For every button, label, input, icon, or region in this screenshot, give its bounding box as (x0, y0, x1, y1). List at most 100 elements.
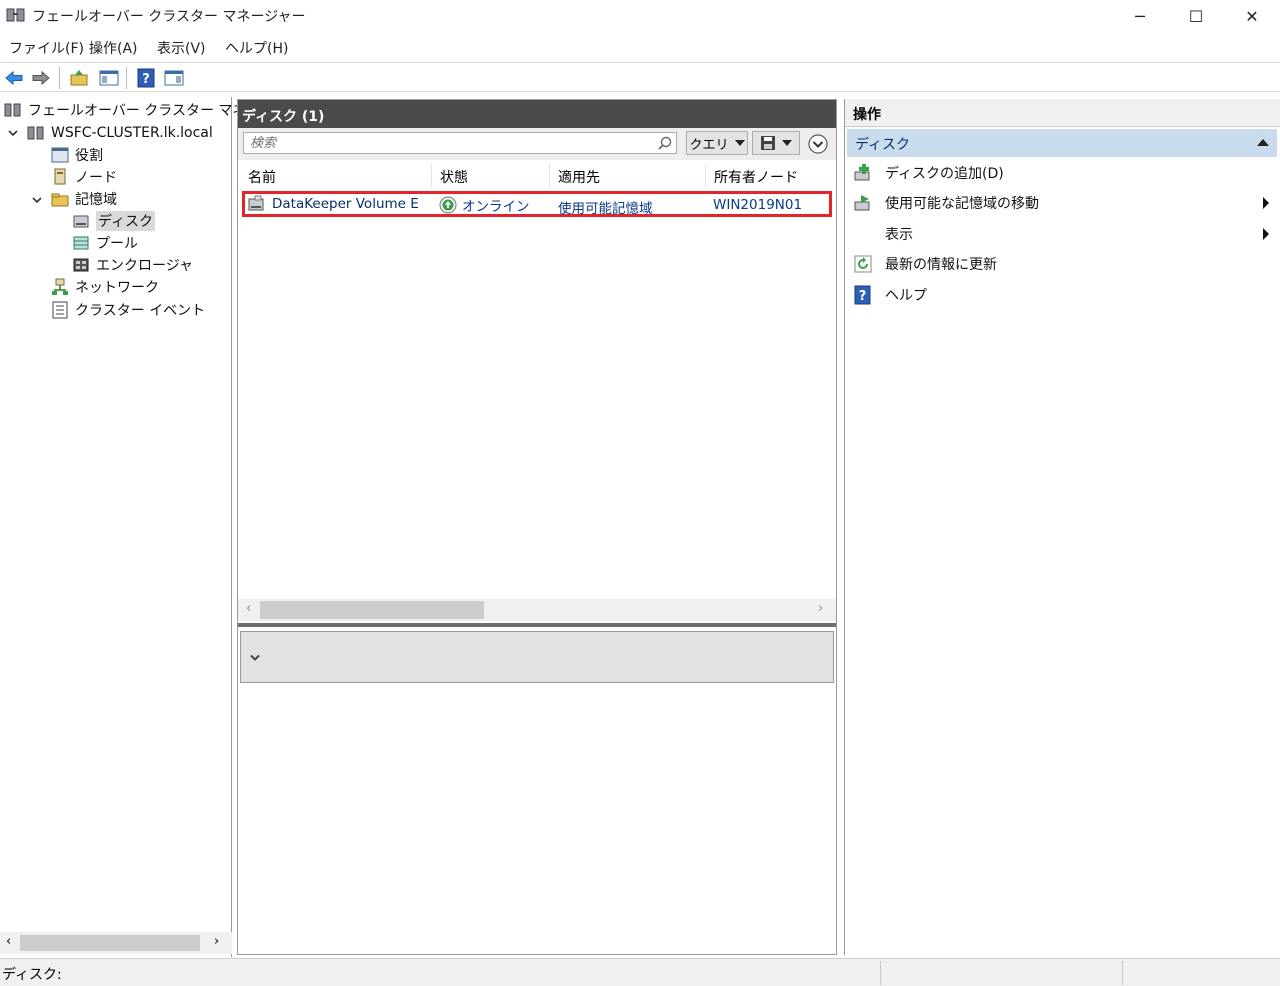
chevron-down-icon (734, 140, 745, 146)
cell-name: DataKeeper Volume E (247, 195, 419, 213)
scroll-right-arrow-icon[interactable]: › (214, 934, 219, 949)
tree-item-events[interactable]: クラスター イベント (51, 299, 205, 321)
disk-list-pane: ディスク (1) クエリ 名前 状態 適用先 所有者ノード (237, 99, 837, 955)
maximize-button[interactable]: ☐ (1168, 0, 1224, 32)
action-add-disk[interactable]: ディスクの追加(D) (847, 158, 1275, 188)
search-row: クエリ (238, 128, 836, 160)
roles-icon (51, 147, 69, 163)
tree-item-nodes[interactable]: ノード (51, 166, 117, 188)
event-log-icon (52, 301, 68, 319)
scroll-left-arrow-icon[interactable]: ‹ (246, 601, 251, 616)
back-icon[interactable] (4, 68, 24, 88)
storage-icon (51, 193, 69, 207)
online-status-icon (439, 196, 457, 214)
tree-label-storage: 記憶域 (75, 192, 117, 208)
chevron-down-icon[interactable] (249, 652, 261, 664)
save-query-button[interactable] (752, 131, 800, 155)
tree-item-roles[interactable]: 役割 (51, 144, 103, 166)
column-header-owner-node[interactable]: 所有者ノード (706, 164, 832, 188)
tree-item-networks[interactable]: ネットワーク (51, 276, 159, 298)
column-header-name[interactable]: 名前 (240, 164, 432, 188)
close-button[interactable]: ✕ (1224, 0, 1280, 32)
expand-circle-icon[interactable] (807, 133, 829, 155)
search-input[interactable] (243, 132, 677, 154)
pane-header: ディスク (1) (238, 100, 836, 128)
tree-label-disks: ディスク (96, 211, 156, 231)
disk-status: オンライン (462, 199, 530, 215)
submenu-arrow-icon (1263, 228, 1269, 240)
actions-pane: 操作 ディスク ディスクの追加(D) 使用可能な記憶域の移動 表示 最新の情報に… (844, 99, 1280, 955)
disk-owner-node: WIN2019N01 (713, 197, 803, 213)
tree-item-enclosures[interactable]: エンクロージャ (72, 254, 193, 276)
show-hide-tree-icon[interactable] (99, 68, 119, 88)
scroll-right-arrow-icon[interactable]: › (818, 601, 823, 616)
cluster-icon (27, 126, 44, 140)
detail-splitter[interactable] (238, 623, 836, 627)
minimize-button[interactable]: ─ (1112, 0, 1168, 32)
add-disk-icon (854, 164, 870, 181)
tree-item-cluster[interactable]: WSFC-CLUSTER.lk.local (27, 122, 213, 144)
submenu-arrow-icon (1263, 197, 1269, 209)
status-text: ディスク: (2, 967, 62, 983)
chevron-down-icon[interactable] (7, 127, 19, 139)
tree-item-disks[interactable]: ディスク (72, 210, 156, 232)
actions-section-label: ディスク (855, 137, 911, 153)
refresh-icon (854, 255, 872, 273)
window-title: フェールオーバー クラスター マネージャー (32, 9, 306, 25)
scroll-thumb[interactable] (20, 935, 200, 951)
menu-file[interactable]: ファイル(F) (9, 38, 84, 58)
enclosure-icon (73, 258, 89, 272)
navigation-tree: フェールオーバー クラスター マネージャ WSFC-CLUSTER.lk.loc… (0, 97, 288, 957)
tree-label-events: クラスター イベント (75, 303, 206, 319)
status-bar: ディスク: (0, 958, 1280, 986)
pool-icon (73, 236, 89, 250)
svg-text:?: ? (859, 289, 867, 304)
tree-horizontal-scrollbar[interactable]: ‹ › (0, 932, 232, 954)
disk-name: DataKeeper Volume E (272, 196, 419, 212)
scroll-left-arrow-icon[interactable]: ‹ (6, 934, 11, 949)
collapse-up-icon[interactable] (1257, 139, 1269, 146)
action-move-storage[interactable]: 使用可能な記憶域の移動 (847, 188, 1275, 218)
menu-view[interactable]: 表示(V) (157, 38, 206, 58)
action-help[interactable]: ? ヘルプ (847, 280, 1275, 310)
cell-status: オンライン (439, 195, 530, 215)
disk-icon (73, 215, 89, 228)
column-header-status[interactable]: 状態 (432, 164, 550, 188)
column-header-assigned-to[interactable]: 適用先 (550, 164, 706, 188)
menu-action[interactable]: 操作(A) (89, 38, 138, 58)
menu-help[interactable]: ヘルプ(H) (225, 38, 288, 58)
detail-panel (240, 631, 834, 683)
help-icon: ? (854, 285, 871, 305)
search-icon[interactable] (658, 136, 672, 150)
action-label: 使用可能な記憶域の移動 (885, 196, 1039, 212)
action-label: 最新の情報に更新 (885, 257, 997, 273)
move-storage-icon (854, 195, 870, 211)
scroll-thumb[interactable] (260, 601, 484, 619)
chevron-down-icon[interactable] (31, 194, 43, 206)
tree-label-roles: 役割 (75, 148, 103, 164)
tree-item-storage[interactable]: 記憶域 (51, 188, 117, 210)
toolbar: ? (0, 62, 1280, 92)
actions-header: 操作 (845, 99, 1280, 127)
action-view[interactable]: 表示 (847, 219, 1275, 249)
chevron-down-icon (782, 140, 792, 146)
disk-assigned-to: 使用可能記憶域 (558, 201, 653, 217)
query-button[interactable]: クエリ (686, 131, 748, 155)
help-icon[interactable]: ? (136, 68, 156, 88)
action-label: ディスクの追加(D) (885, 166, 1004, 182)
tree-label-pools: プール (96, 236, 138, 252)
tree-item-pools[interactable]: プール (72, 232, 138, 254)
up-folder-icon[interactable] (69, 68, 89, 88)
action-label: ヘルプ (885, 288, 927, 304)
table-horizontal-scrollbar[interactable]: ‹ › (238, 599, 836, 621)
forward-icon[interactable] (31, 68, 51, 88)
show-hide-action-pane-icon[interactable] (164, 68, 184, 88)
tree-label-nodes: ノード (75, 170, 117, 186)
cluster-manager-icon (4, 103, 21, 117)
svg-text:?: ? (142, 72, 150, 87)
action-label: 表示 (885, 227, 913, 243)
table-row[interactable]: DataKeeper Volume E オンライン 使用可能記憶域 WIN201… (242, 191, 832, 217)
actions-section-disks[interactable]: ディスク (847, 129, 1277, 157)
network-icon (52, 278, 68, 295)
action-refresh[interactable]: 最新の情報に更新 (847, 249, 1275, 279)
